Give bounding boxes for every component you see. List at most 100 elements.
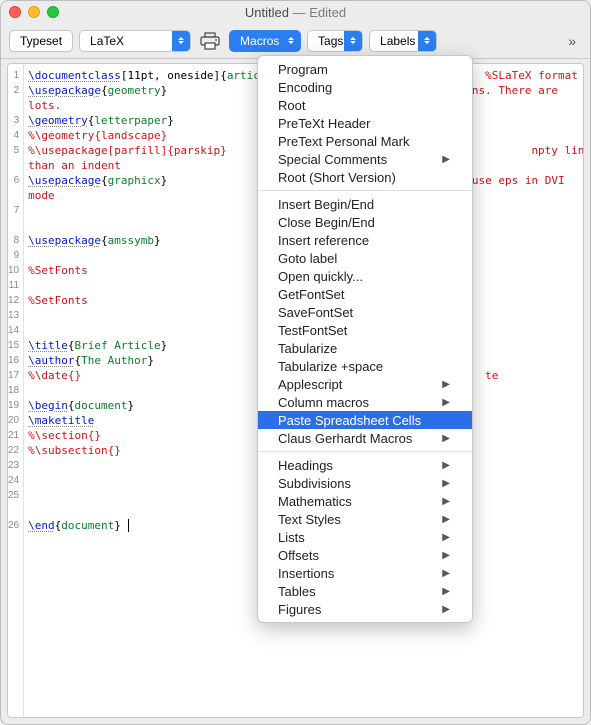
menu-item[interactable]: Encoding [258, 78, 472, 96]
typeset-label: Typeset [20, 34, 62, 48]
line-number: 21 [8, 428, 19, 443]
window-controls [9, 6, 59, 18]
menu-item[interactable]: Mathematics▶ [258, 492, 472, 510]
line-number: 23 [8, 458, 19, 473]
submenu-arrow-icon: ▶ [442, 586, 450, 597]
submenu-arrow-icon: ▶ [442, 550, 450, 561]
menu-item-label: Goto label [278, 251, 337, 266]
menu-item-label: Special Comments [278, 152, 387, 167]
menu-item[interactable]: Close Begin/End [258, 213, 472, 231]
chevron-updown-icon [344, 31, 362, 51]
line-number [8, 158, 19, 173]
labels-popup[interactable]: Labels [369, 30, 437, 52]
menu-item-label: Program [278, 62, 328, 77]
line-number [8, 503, 19, 518]
submenu-arrow-icon: ▶ [442, 154, 450, 165]
menu-item[interactable]: TestFontSet [258, 321, 472, 339]
line-number-gutter: 1234567891011121314151617181920212223242… [8, 64, 24, 717]
menu-item[interactable]: Root (Short Version) [258, 168, 472, 186]
menu-item-label: Paste Spreadsheet Cells [278, 413, 421, 428]
menu-item-label: Column macros [278, 395, 369, 410]
toolbar-overflow-button[interactable]: » [562, 33, 582, 49]
menu-item-label: Lists [278, 530, 305, 545]
menu-item[interactable]: Paste Spreadsheet Cells [258, 411, 472, 429]
menu-item-label: Open quickly... [278, 269, 363, 284]
menu-item[interactable]: Root [258, 96, 472, 114]
line-number [8, 623, 19, 638]
zoom-icon[interactable] [47, 6, 59, 18]
line-number: 7 [8, 203, 19, 218]
engine-popup[interactable]: LaTeX [79, 30, 191, 52]
menu-item[interactable]: Goto label [258, 249, 472, 267]
menu-item[interactable]: Subdivisions▶ [258, 474, 472, 492]
menu-item[interactable]: Headings▶ [258, 456, 472, 474]
print-button[interactable] [197, 30, 223, 52]
menu-item[interactable]: SaveFontSet [258, 303, 472, 321]
typeset-button[interactable]: Typeset [9, 30, 73, 52]
line-number: 22 [8, 443, 19, 458]
menu-item-label: Subdivisions [278, 476, 351, 491]
printer-icon [199, 32, 221, 50]
line-number: 4 [8, 128, 19, 143]
minimize-icon[interactable] [28, 6, 40, 18]
menu-item[interactable]: Offsets ▶ [258, 546, 472, 564]
menu-item-label: Offsets [278, 548, 319, 563]
menu-item[interactable]: PreTeXt Header [258, 114, 472, 132]
title-edited: — Edited [289, 5, 346, 20]
submenu-arrow-icon: ▶ [442, 604, 450, 615]
submenu-arrow-icon: ▶ [442, 433, 450, 444]
menu-item[interactable]: Figures ▶ [258, 600, 472, 618]
menu-item[interactable]: Open quickly... [258, 267, 472, 285]
line-number: 11 [8, 278, 19, 293]
menu-item[interactable]: Applescript▶ [258, 375, 472, 393]
chevron-updown-icon [172, 31, 190, 51]
tags-label: Tags [318, 34, 343, 48]
menu-item[interactable]: Tables ▶ [258, 582, 472, 600]
menu-item[interactable]: Claus Gerhardt Macros▶ [258, 429, 472, 447]
line-number [8, 668, 19, 683]
menu-item-label: Figures [278, 602, 321, 617]
menu-item-label: Mathematics [278, 494, 352, 509]
menu-item[interactable]: Insert Begin/End [258, 195, 472, 213]
line-number: 19 [8, 398, 19, 413]
line-number [8, 563, 19, 578]
menu-item[interactable]: Insert reference [258, 231, 472, 249]
labels-label: Labels [380, 34, 415, 48]
menu-item[interactable]: Insertions▶ [258, 564, 472, 582]
line-number: 9 [8, 248, 19, 263]
menu-item[interactable]: Text Styles▶ [258, 510, 472, 528]
menu-item-label: Insert Begin/End [278, 197, 374, 212]
menu-item[interactable]: Program [258, 60, 472, 78]
line-number: 6 [8, 173, 19, 188]
line-number [8, 653, 19, 668]
menu-item[interactable]: Tabularize +space [258, 357, 472, 375]
menu-item-label: Encoding [278, 80, 332, 95]
tags-popup[interactable]: Tags [307, 30, 363, 52]
line-number: 15 [8, 338, 19, 353]
submenu-arrow-icon: ▶ [442, 379, 450, 390]
menu-item[interactable]: Lists▶ [258, 528, 472, 546]
menu-item-label: SaveFontSet [278, 305, 353, 320]
menu-item-label: Insertions [278, 566, 334, 581]
menu-item[interactable]: Tabularize [258, 339, 472, 357]
line-number: 25 [8, 488, 19, 503]
menu-item[interactable]: Special Comments ▶ [258, 150, 472, 168]
macros-popup[interactable]: Macros [229, 30, 301, 52]
line-number: 14 [8, 323, 19, 338]
chevron-updown-icon [282, 31, 300, 51]
macros-label: Macros [240, 34, 279, 48]
line-number: 5 [8, 143, 19, 158]
line-number [8, 578, 19, 593]
menu-item[interactable]: PreText Personal Mark [258, 132, 472, 150]
overflow-glyph: » [568, 33, 576, 49]
window-title: Untitled — Edited [1, 5, 590, 20]
menu-item[interactable]: GetFontSet [258, 285, 472, 303]
menu-item-label: PreText Personal Mark [278, 134, 410, 149]
menu-item-label: Tables [278, 584, 316, 599]
line-number: 24 [8, 473, 19, 488]
menu-separator [258, 451, 472, 452]
menu-item[interactable]: Column macros▶ [258, 393, 472, 411]
line-number [8, 608, 19, 623]
close-icon[interactable] [9, 6, 21, 18]
menu-item-label: Close Begin/End [278, 215, 375, 230]
